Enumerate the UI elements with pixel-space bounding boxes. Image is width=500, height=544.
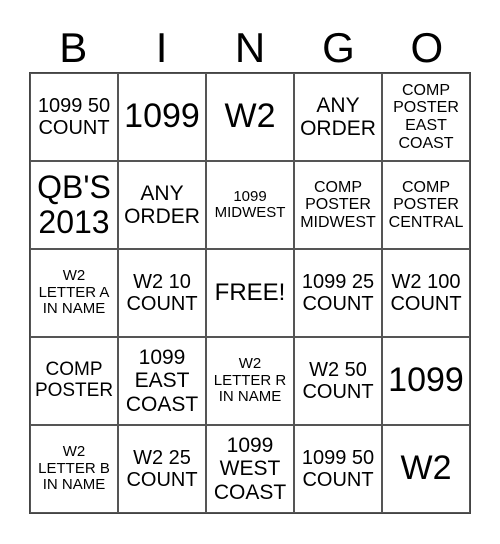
header-letter: B (59, 24, 88, 71)
bingo-header: B I N G O (29, 24, 471, 72)
bingo-cell[interactable]: COMP POSTER EAST COAST (382, 73, 470, 161)
bingo-cell[interactable]: W2 50 COUNT (294, 337, 382, 425)
bingo-cell[interactable]: FREE! (206, 249, 294, 337)
bingo-grid: 1099 50 COUNT 1099 W2 ANY ORDER COMP POSTER … (29, 72, 471, 514)
bingo-cell[interactable]: W2 10 COUNT (118, 249, 206, 337)
header-letter: I (155, 24, 168, 71)
bingo-cell[interactable]: W2 25 COUNT (118, 425, 206, 513)
bingo-cell[interactable]: 1099 50 COUNT (30, 73, 118, 161)
bingo-cell[interactable]: 1099 EAST COAST (118, 337, 206, 425)
bingo-cell[interactable]: 1099 MIDWEST (206, 161, 294, 249)
bingo-cell[interactable]: COMP POSTER MIDWEST (294, 161, 382, 249)
bingo-cell[interactable]: 1099 WEST COAST (206, 425, 294, 513)
bingo-cell[interactable]: W2 100 COUNT (382, 249, 470, 337)
bingo-cell[interactable]: W2 (382, 425, 470, 513)
header-letter: N (234, 24, 266, 71)
bingo-cell[interactable]: COMP POSTER CENTRAL (382, 161, 470, 249)
bingo-cell[interactable]: W2 LETTER R IN NAME (206, 337, 294, 425)
bingo-cell[interactable]: 1099 (382, 337, 470, 425)
header-letter: O (410, 24, 444, 71)
bingo-cell[interactable]: QB'S 2013 (30, 161, 118, 249)
bingo-cell[interactable]: W2 LETTER B IN NAME (30, 425, 118, 513)
bingo-cell[interactable]: 1099 50 COUNT (294, 425, 382, 513)
bingo-cell[interactable]: W2 (206, 73, 294, 161)
bingo-cell[interactable]: 1099 25 COUNT (294, 249, 382, 337)
bingo-cell[interactable]: ANY ORDER (118, 161, 206, 249)
bingo-cell[interactable]: W2 LETTER A IN NAME (30, 249, 118, 337)
bingo-cell[interactable]: COMP POSTER (30, 337, 118, 425)
bingo-cell[interactable]: 1099 (118, 73, 206, 161)
header-letter: G (322, 24, 355, 71)
bingo-cell[interactable]: ANY ORDER (294, 73, 382, 161)
